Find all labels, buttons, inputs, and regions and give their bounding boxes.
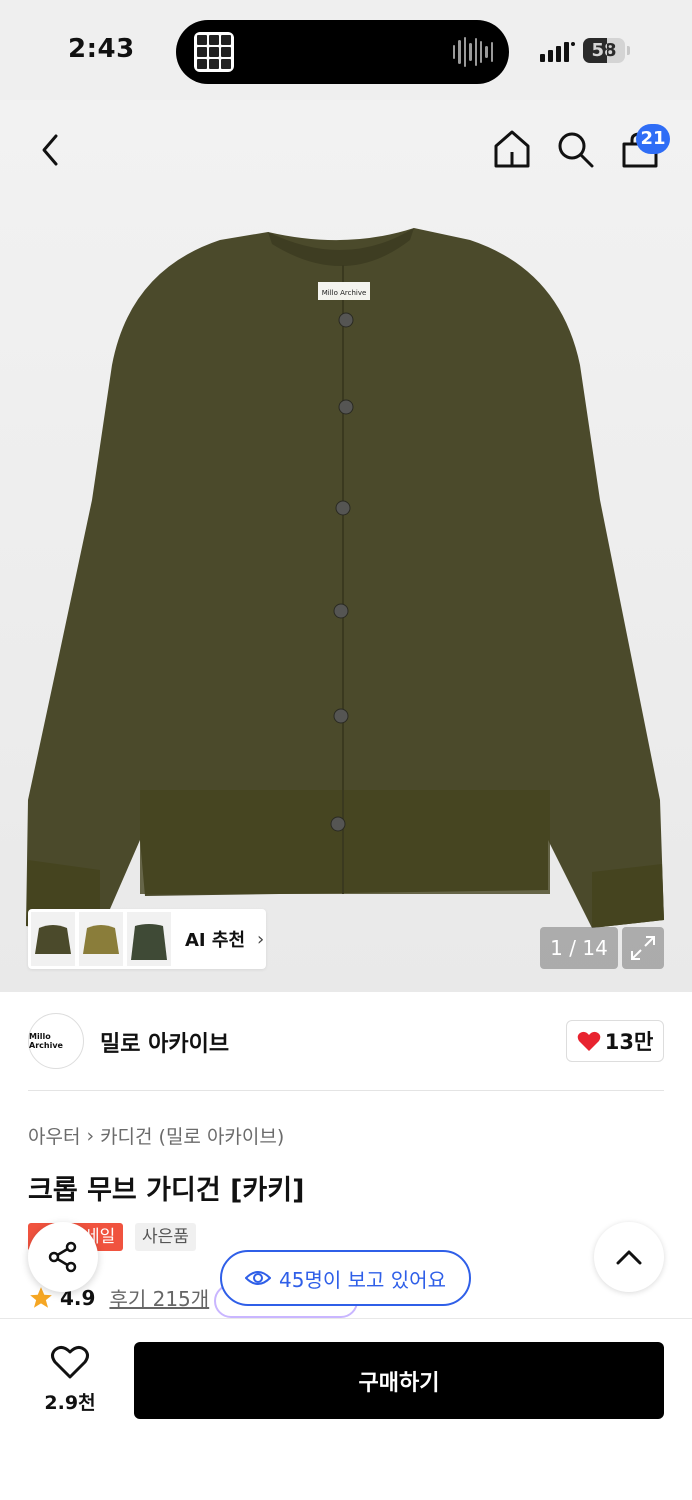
breadcrumb: 아우터 › 카디건 (밀로 아카이브) <box>28 1122 284 1149</box>
ai-recommend-label: AI 추천 <box>185 930 246 951</box>
cardigan-image: Millo Archive <box>26 228 664 932</box>
product-image[interactable]: Millo Archive <box>0 100 692 992</box>
home-icon[interactable] <box>492 128 532 170</box>
scroll-top-button[interactable] <box>594 1222 664 1292</box>
gift-tag: 사은품 <box>135 1223 196 1251</box>
product-title: 크롭 무브 가디건 [카키] <box>28 1175 305 1206</box>
cart-count-badge[interactable]: 21 <box>636 124 670 154</box>
back-arrow-icon[interactable] <box>36 130 64 170</box>
garment-label-text: Millo Archive <box>322 289 367 297</box>
now-playing-thumbnail <box>194 32 234 72</box>
heart-filled-icon <box>577 1031 601 1051</box>
status-bar: 2:43 58 <box>0 0 692 100</box>
brand-name[interactable]: 밀로 아카이브 <box>100 1026 229 1058</box>
divider <box>28 1090 664 1091</box>
brand-like-count: 13만 <box>604 1030 654 1054</box>
search-icon[interactable] <box>556 130 596 170</box>
brand-logo[interactable]: Millo Archive <box>28 1013 84 1069</box>
ai-recommend-card[interactable]: AI 추천 › <box>28 909 266 969</box>
dynamic-island[interactable] <box>176 20 509 84</box>
wishlist-count: 2.9천 <box>44 1392 96 1414</box>
top-navigation <box>0 100 692 200</box>
expand-icon <box>631 936 655 960</box>
chevron-right-icon: › <box>257 928 265 950</box>
breadcrumb-category[interactable]: 아우터 <box>28 1122 80 1149</box>
signal-icon <box>540 42 575 62</box>
viewers-indicator: 45명이 보고 있어요 <box>220 1250 471 1306</box>
battery-tip <box>627 46 630 55</box>
expand-button[interactable] <box>622 927 664 969</box>
viewers-text: 45명이 보고 있어요 <box>279 1267 446 1292</box>
ai-thumbnail-2[interactable] <box>79 912 123 966</box>
chevron-right-icon: › <box>86 1124 95 1147</box>
wishlist-button[interactable]: 2.9천 <box>28 1344 112 1415</box>
ai-thumbnail-1[interactable] <box>31 912 75 966</box>
share-button[interactable] <box>28 1222 98 1292</box>
buy-button[interactable]: 구매하기 <box>134 1342 664 1419</box>
battery-icon: 58 <box>583 38 625 63</box>
review-link[interactable]: 후기 215개 <box>109 1283 209 1312</box>
breadcrumb-subcategory[interactable]: 카디건 (밀로 아카이브) <box>100 1122 284 1149</box>
audio-wave-icon <box>453 36 493 68</box>
image-counter: 1 / 14 <box>540 927 618 969</box>
ai-thumbnail-3[interactable] <box>127 912 171 966</box>
battery-level: 58 <box>591 40 617 61</box>
chevron-up-icon <box>616 1250 642 1265</box>
status-time: 2:43 <box>68 34 135 64</box>
brand-like-button[interactable]: 13만 <box>566 1020 664 1062</box>
share-icon <box>48 1241 77 1273</box>
eye-icon <box>245 1271 272 1285</box>
heart-outline-icon <box>51 1345 89 1379</box>
